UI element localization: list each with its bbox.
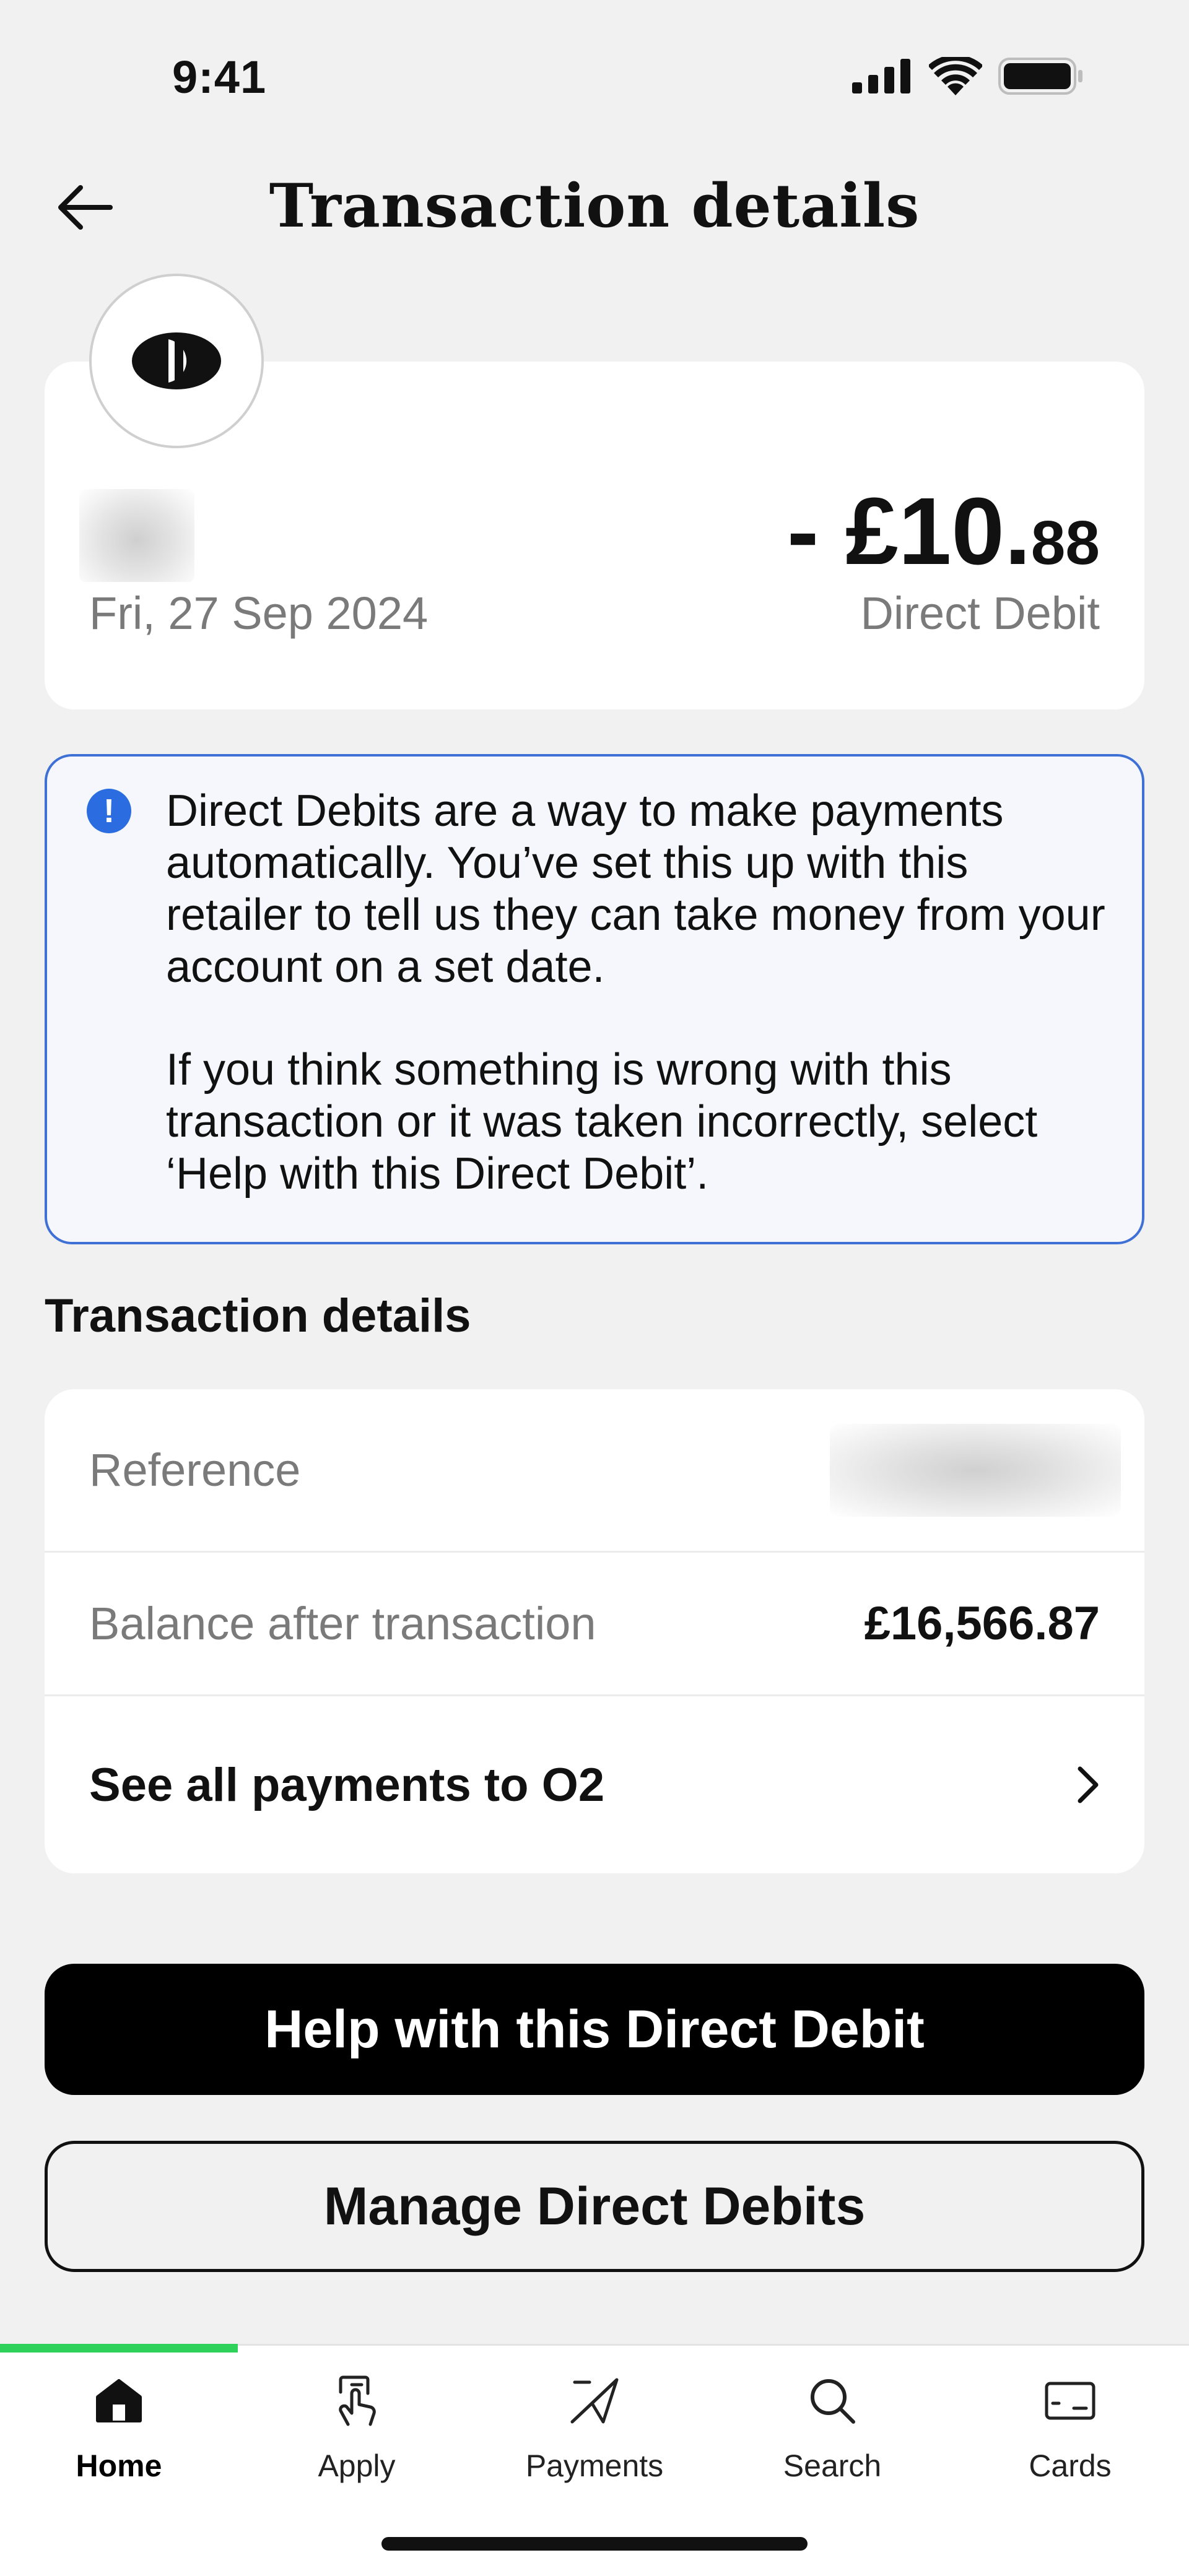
- apply-icon: [334, 2371, 379, 2431]
- manage-direct-debits-button[interactable]: Manage Direct Debits: [45, 2141, 1144, 2272]
- nav-item-cards[interactable]: Cards: [951, 2371, 1189, 2484]
- merchant-logo: [89, 274, 264, 448]
- signal-icon: [852, 59, 910, 93]
- amount-pence: 88: [1030, 508, 1100, 578]
- help-direct-debit-button[interactable]: Help with this Direct Debit: [45, 1964, 1144, 2095]
- section-heading: Transaction details: [45, 1290, 471, 1342]
- card-icon: [1044, 2371, 1096, 2431]
- transaction-date: Fri, 27 Sep 2024: [89, 588, 429, 639]
- transaction-details-card: Reference Balance after transaction £16,…: [45, 1389, 1144, 1873]
- nav-label-apply: Apply: [318, 2448, 396, 2483]
- nav-label-home: Home: [76, 2448, 162, 2483]
- page-title: Transaction details: [269, 171, 920, 241]
- home-icon: [95, 2371, 142, 2431]
- nav-item-search[interactable]: Search: [713, 2371, 951, 2484]
- info-icon: !: [87, 789, 131, 833]
- nav-active-indicator: [0, 2344, 238, 2353]
- reference-value-redacted: [830, 1423, 1121, 1517]
- amount-main: - £10.: [786, 478, 1031, 584]
- balance-value: £16,566.87: [864, 1597, 1100, 1650]
- transaction-type: Direct Debit: [860, 588, 1100, 639]
- status-icons: [852, 57, 1084, 95]
- balance-row: Balance after transaction £16,566.87: [45, 1553, 1144, 1696]
- wifi-icon: [929, 57, 982, 95]
- info-paragraph-1: Direct Debits are a way to make payments…: [166, 786, 1105, 992]
- info-text: Direct Debits are a way to make payments…: [166, 785, 1107, 1200]
- nav-item-apply[interactable]: Apply: [238, 2371, 476, 2484]
- nav-item-home[interactable]: Home: [0, 2371, 238, 2484]
- merchant-brand-icon: [132, 332, 221, 389]
- nav-item-payments[interactable]: Payments: [476, 2371, 713, 2484]
- nav-label-payments: Payments: [525, 2448, 664, 2483]
- nav-label-search: Search: [783, 2448, 882, 2483]
- chevron-right-icon: [1078, 1766, 1099, 1803]
- merchant-name-redacted: [79, 489, 194, 582]
- status-time: 9:41: [172, 51, 267, 103]
- payments-icon: [568, 2371, 621, 2431]
- transaction-amount: - £10. 88: [787, 477, 1100, 586]
- info-paragraph-2: If you think something is wrong with thi…: [166, 1045, 1038, 1199]
- battery-icon: [998, 58, 1082, 95]
- search-icon: [808, 2371, 857, 2431]
- balance-label: Balance after transaction: [89, 1598, 596, 1649]
- reference-row: Reference: [45, 1389, 1144, 1553]
- see-all-payments-label: See all payments to O2: [89, 1758, 605, 1811]
- reference-label: Reference: [89, 1444, 301, 1496]
- see-all-payments-link[interactable]: See all payments to O2: [45, 1696, 1144, 1873]
- home-indicator: [381, 2537, 808, 2551]
- nav-label-cards: Cards: [1029, 2448, 1112, 2483]
